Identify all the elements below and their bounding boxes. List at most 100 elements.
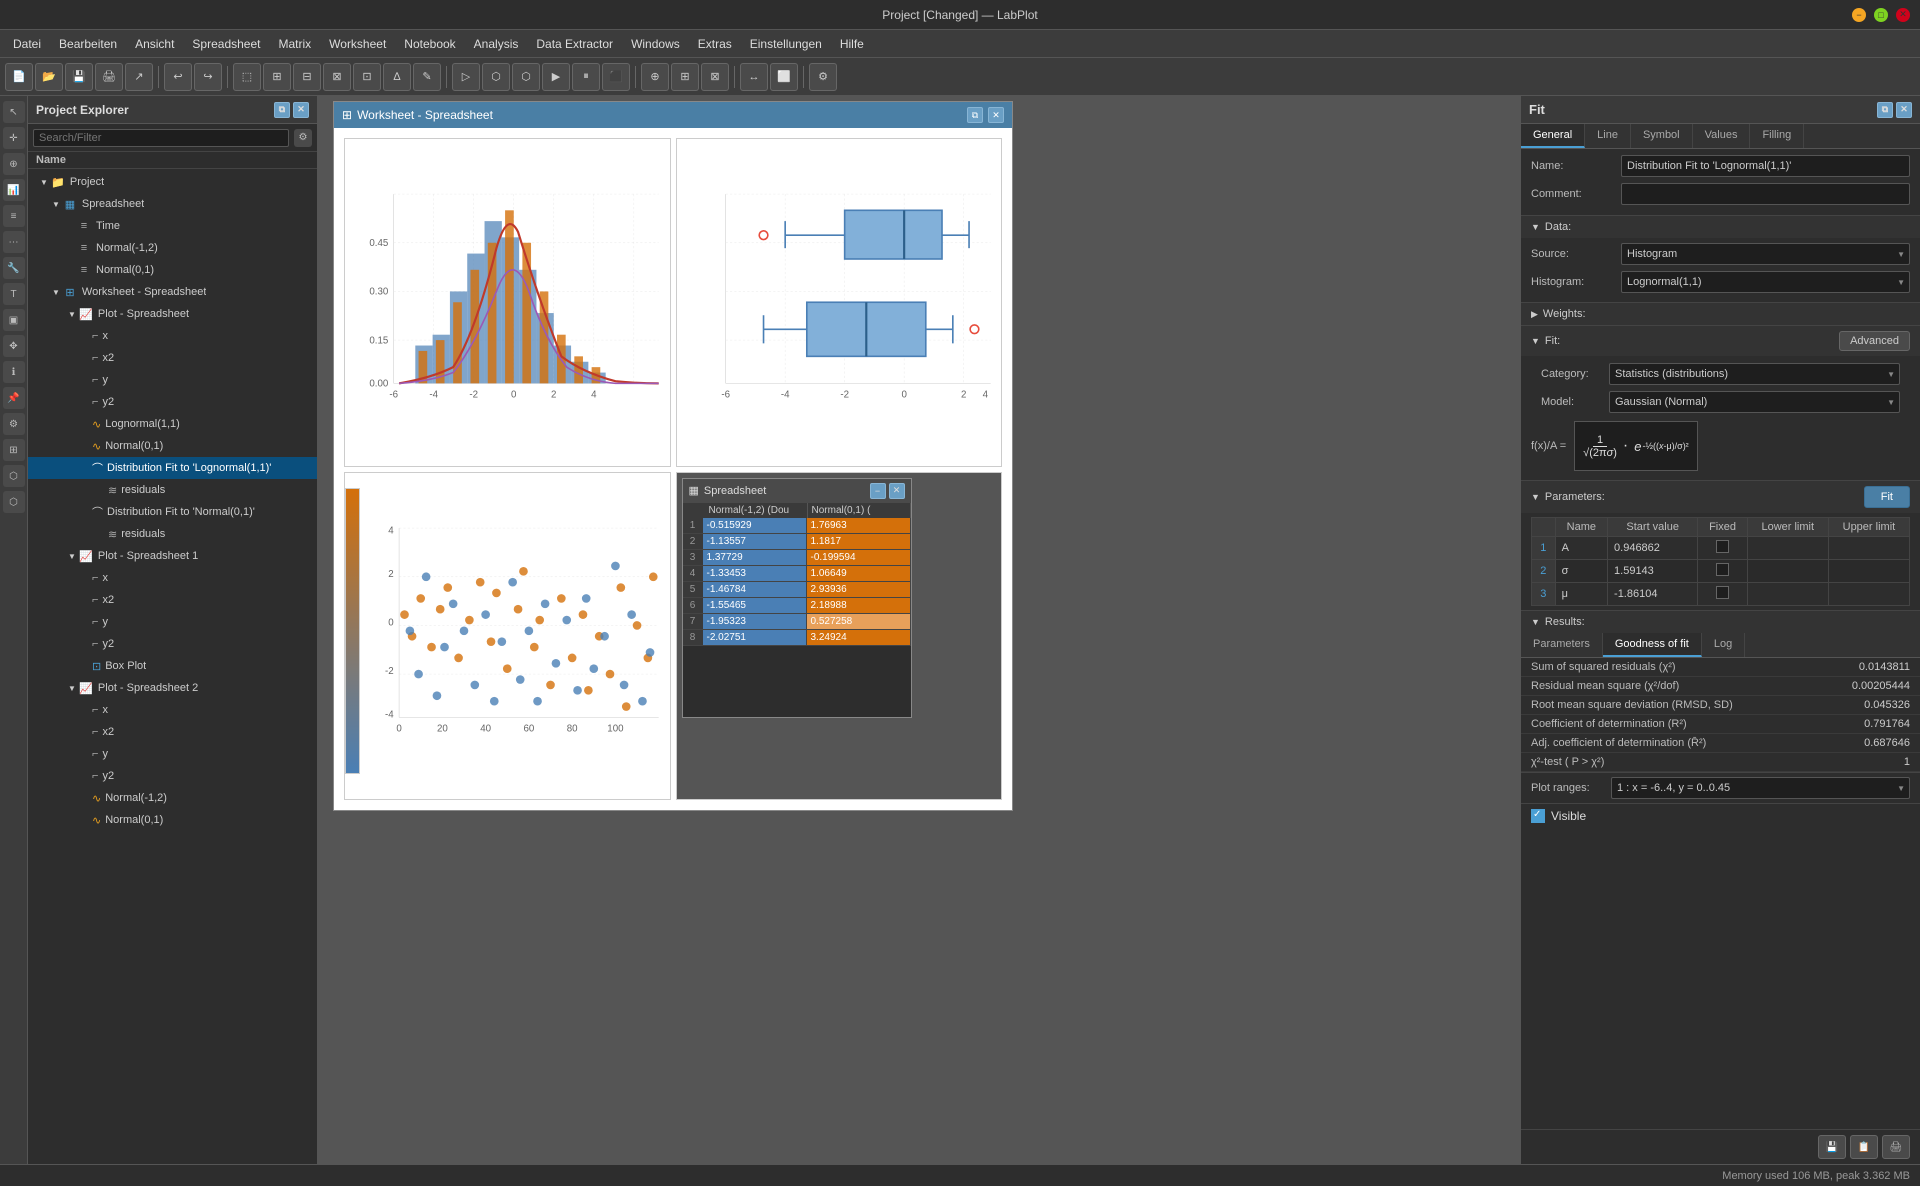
tree-x2-1[interactable]: ⌐x2 (28, 589, 317, 611)
rp-float-btn[interactable]: ⧉ (1877, 102, 1893, 118)
toolbar-b4[interactable]: ✎ (413, 63, 441, 91)
tree-y-1[interactable]: ⌐y (28, 611, 317, 633)
sp-cell-8-2[interactable]: 3.24924 (807, 630, 911, 645)
minimize-button[interactable]: − (1852, 8, 1866, 22)
tree-distfit-normal[interactable]: ⌒Distribution Fit to 'Normal(0,1)' (28, 501, 317, 523)
tab-values[interactable]: Values (1693, 124, 1751, 148)
toolbar-save[interactable]: 💾 (65, 63, 93, 91)
model-select[interactable]: Gaussian (Normal) (1609, 391, 1900, 413)
side-tools-icon[interactable]: 🔧 (3, 257, 25, 279)
name-input[interactable] (1621, 155, 1910, 177)
param-upper-3[interactable] (1828, 583, 1909, 606)
toolbar-b2[interactable]: ⊡ (353, 63, 381, 91)
tree-boxplot[interactable]: ⊡Box Plot (28, 655, 317, 677)
sp-cell-1-1[interactable]: -0.515929 (703, 518, 807, 533)
tree-normal-0-1[interactable]: ≡ Normal(0,1) (28, 259, 317, 281)
tree-plot-spreadsheet2[interactable]: ▼ 📈 Plot - Spreadsheet 2 (28, 677, 317, 699)
tree-normal12b[interactable]: ∿Normal(-1,2) (28, 787, 317, 809)
tree-x2-2[interactable]: ⌐x2 (28, 721, 317, 743)
tree-x-2[interactable]: ⌐x (28, 699, 317, 721)
histogram-select[interactable]: Lognormal(1,1) (1621, 271, 1910, 293)
toolbar-b16[interactable]: ⚙ (809, 63, 837, 91)
sp-close-btn[interactable]: ✕ (889, 483, 905, 499)
tree-worksheet-spreadsheet[interactable]: ▼ ⊞ Worksheet - Spreadsheet (28, 281, 317, 303)
param-start-input-2[interactable] (1614, 565, 1674, 577)
ws-float-btn[interactable]: ⧉ (967, 107, 983, 123)
side-extra2-icon[interactable]: ⬡ (3, 491, 25, 513)
tree-x-1[interactable]: ⌐x (28, 567, 317, 589)
close-button[interactable]: ✕ (1896, 8, 1910, 22)
sp-cell-2-2[interactable]: 1.1817 (807, 534, 911, 549)
param-start-1[interactable] (1608, 537, 1698, 560)
pe-float-btn[interactable]: ⧉ (274, 102, 290, 118)
tab-goodness-fit[interactable]: Goodness of fit (1603, 633, 1702, 657)
side-cursor-icon[interactable]: ↖ (3, 101, 25, 123)
param-upper-1[interactable] (1828, 537, 1909, 560)
tab-general[interactable]: General (1521, 124, 1585, 148)
sp-minimize-btn[interactable]: − (870, 483, 886, 499)
toolbar-b14[interactable]: ↔ (740, 63, 768, 91)
tree-project[interactable]: ▼ 📁 Project (28, 171, 317, 193)
pe-filter-btn[interactable]: ⚙ (294, 129, 312, 147)
toolbar-undo[interactable]: ↩ (164, 63, 192, 91)
rp-btn-copy[interactable]: 📋 (1850, 1135, 1878, 1159)
toolbar-zoom[interactable]: ⊞ (263, 63, 291, 91)
rp-close-btn[interactable]: ✕ (1896, 102, 1912, 118)
weights-header[interactable]: ▶ Weights: (1521, 303, 1920, 325)
sp-cell-3-2[interactable]: -0.199594 (807, 550, 911, 565)
side-extra1-icon[interactable]: ⬡ (3, 465, 25, 487)
tree-plot-spreadsheet1[interactable]: ▼ 📈 Plot - Spreadsheet 1 (28, 545, 317, 567)
toolbar-open[interactable]: 📂 (35, 63, 63, 91)
menu-data-extractor[interactable]: Data Extractor (528, 34, 621, 54)
tree-plot-spreadsheet[interactable]: ▼ 📈 Plot - Spreadsheet (28, 303, 317, 325)
tree-residuals1[interactable]: ≋residuals (28, 479, 317, 501)
comment-input[interactable] (1621, 183, 1910, 205)
toolbar-redo[interactable]: ↪ (194, 63, 222, 91)
sp-cell-4-2[interactable]: 1.06649 (807, 566, 911, 581)
side-drag-icon[interactable]: ✥ (3, 335, 25, 357)
side-chart-icon[interactable]: 📊 (3, 179, 25, 201)
toolbar-new[interactable]: 📄 (5, 63, 33, 91)
tree-residuals2[interactable]: ≋residuals (28, 523, 317, 545)
param-start-input-1[interactable] (1614, 542, 1674, 554)
tree-y2-1[interactable]: ⌐y2 (28, 633, 317, 655)
tree-spreadsheet[interactable]: ▼ ▦ Spreadsheet (28, 193, 317, 215)
param-start-3[interactable] (1608, 583, 1698, 606)
sp-cell-7-1[interactable]: -1.95323 (703, 614, 807, 629)
sp-cell-2-1[interactable]: -1.13557 (703, 534, 807, 549)
pe-close-btn[interactable]: ✕ (293, 102, 309, 118)
param-lower-1[interactable] (1747, 537, 1828, 560)
menu-hilfe[interactable]: Hilfe (832, 34, 872, 54)
menu-worksheet[interactable]: Worksheet (321, 34, 394, 54)
param-start-input-3[interactable] (1614, 588, 1674, 600)
toolbar-b8[interactable]: ▶ (542, 63, 570, 91)
side-zoom-icon[interactable]: ⊕ (3, 153, 25, 175)
side-info-icon[interactable]: ℹ (3, 361, 25, 383)
toolbar-b13[interactable]: ⊠ (701, 63, 729, 91)
param-fixed-cb-3[interactable] (1716, 586, 1729, 599)
menu-notebook[interactable]: Notebook (396, 34, 463, 54)
plot-ranges-select[interactable]: 1 : x = -6..4, y = 0..0.45 (1611, 777, 1910, 799)
category-select[interactable]: Statistics (distributions) (1609, 363, 1900, 385)
toolbar-b6[interactable]: ⬡ (482, 63, 510, 91)
side-plot-icon[interactable]: ⋯ (3, 231, 25, 253)
toolbar-b3[interactable]: ∆ (383, 63, 411, 91)
menu-datei[interactable]: Datei (5, 34, 49, 54)
tree-normal01c[interactable]: ∿Normal(0,1) (28, 809, 317, 831)
side-data-icon[interactable]: ≡ (3, 205, 25, 227)
side-expand-icon[interactable]: ⊞ (3, 439, 25, 461)
tab-line[interactable]: Line (1585, 124, 1631, 148)
sp-cell-6-2[interactable]: 2.18988 (807, 598, 911, 613)
sp-cell-6-1[interactable]: -1.55465 (703, 598, 807, 613)
menu-windows[interactable]: Windows (623, 34, 688, 54)
menu-einstellungen[interactable]: Einstellungen (742, 34, 830, 54)
side-text-icon[interactable]: T (3, 283, 25, 305)
tree-y2[interactable]: ⌐y2 (28, 391, 317, 413)
param-fixed-cb-2[interactable] (1716, 563, 1729, 576)
toolbar-b9[interactable]: ⏸ (572, 63, 600, 91)
side-pin-icon[interactable]: 📌 (3, 387, 25, 409)
fit-button[interactable]: Fit (1864, 486, 1910, 508)
tab-filling[interactable]: Filling (1750, 124, 1804, 148)
side-select-icon[interactable]: ▣ (3, 309, 25, 331)
tab-symbol[interactable]: Symbol (1631, 124, 1693, 148)
